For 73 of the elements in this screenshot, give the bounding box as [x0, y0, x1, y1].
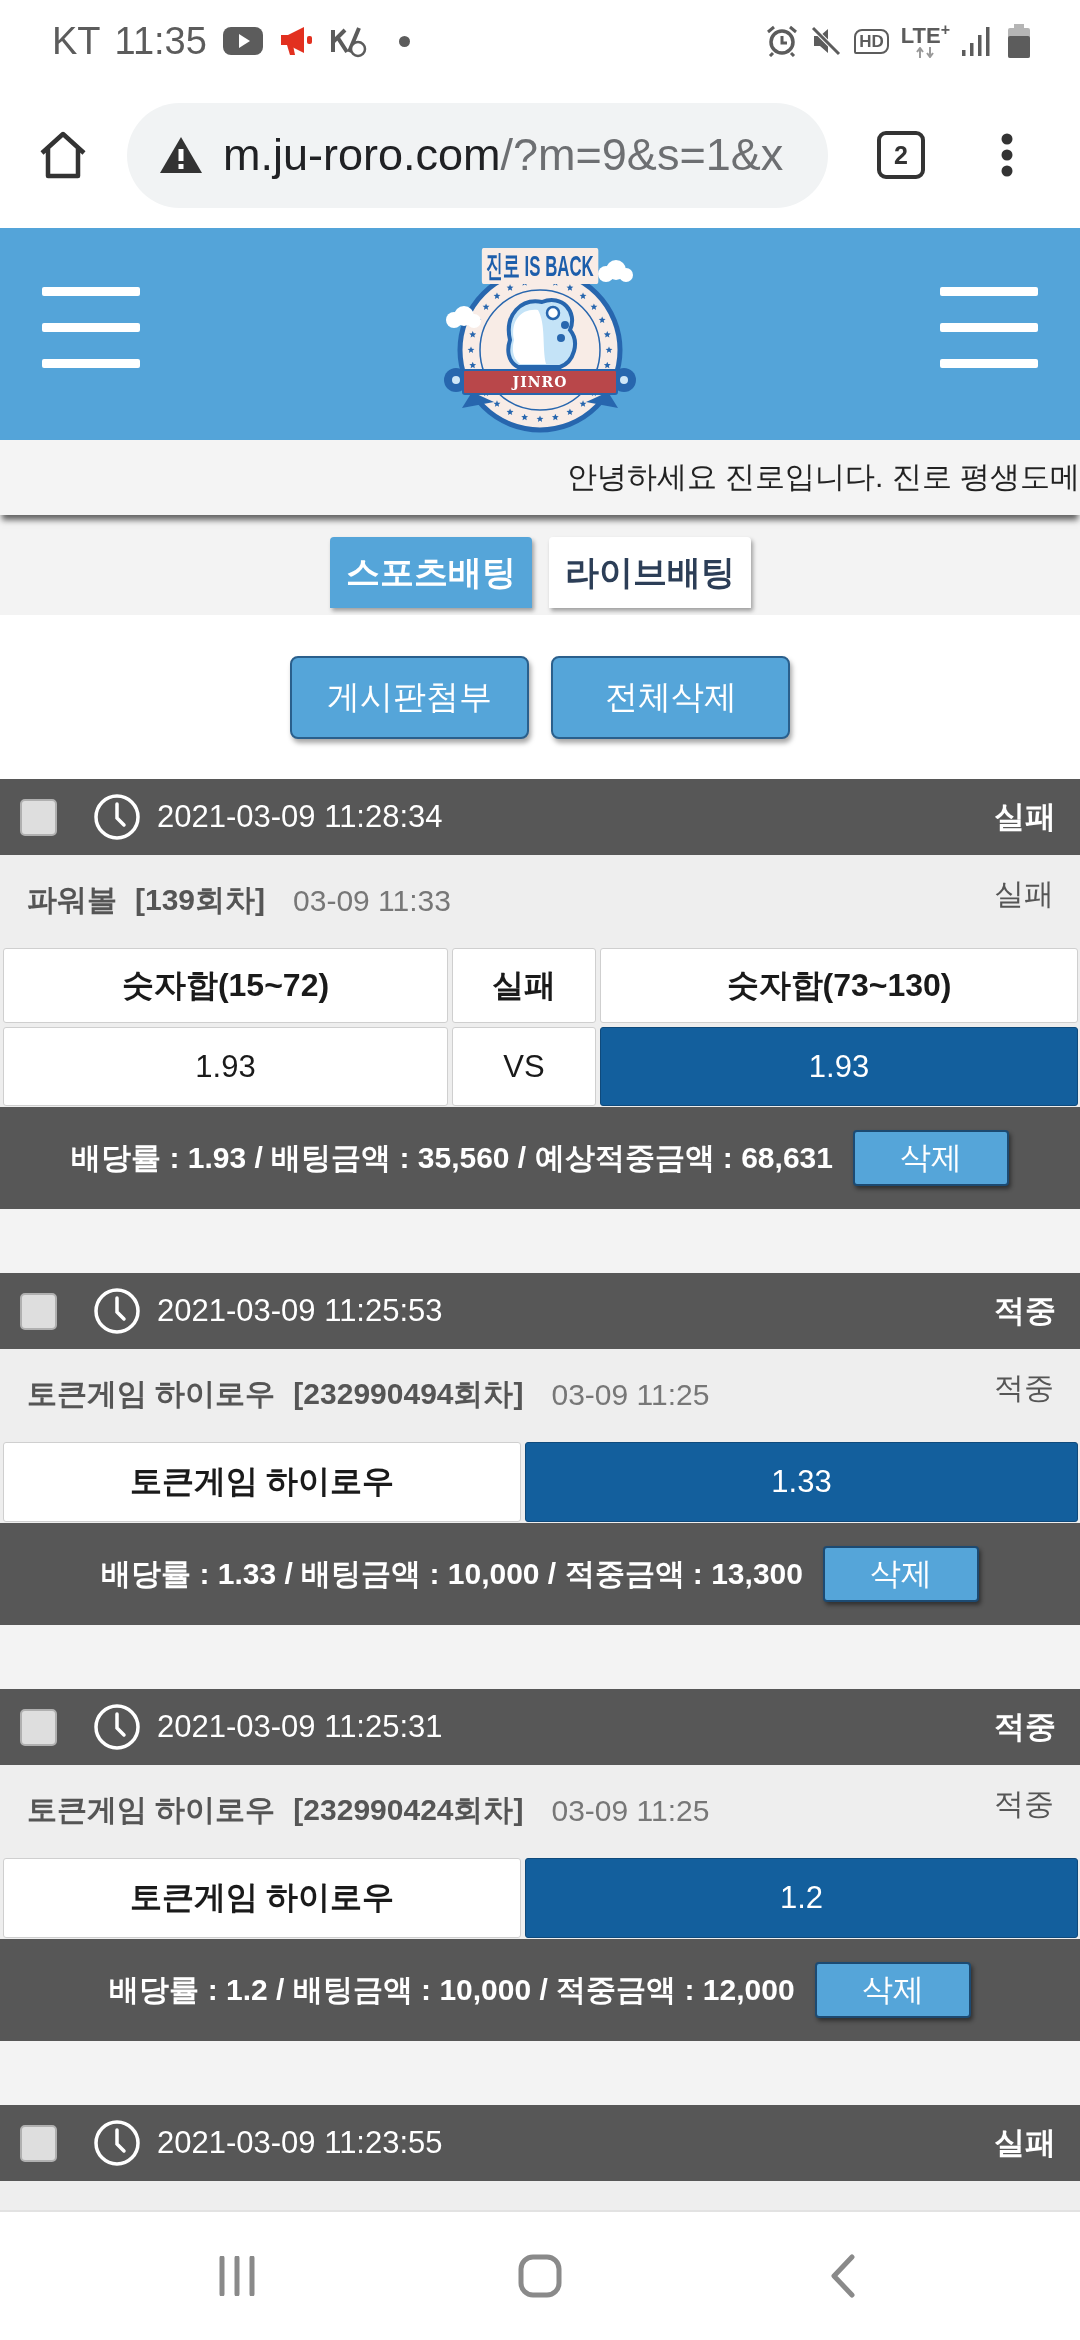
- odds-cell: 1.2: [525, 1858, 1078, 1938]
- game-name: 토큰게임 하이로우: [27, 1376, 276, 1412]
- warning-icon: [159, 136, 203, 174]
- more-options-icon[interactable]: [1001, 133, 1013, 177]
- game-time: 03-09 11:25: [551, 1377, 710, 1412]
- home-icon[interactable]: [38, 131, 88, 179]
- game-name: 토큰게임 하이로우: [27, 1792, 276, 1828]
- dot-icon: [398, 35, 410, 47]
- option-label-cell: 숫자합(73~130): [600, 948, 1078, 1023]
- menu-icon[interactable]: [42, 286, 140, 368]
- signal-icon: [962, 26, 990, 56]
- bet-summary: 배당률 : 1.93 / 배팅금액 : 35,560 / 예상적중금액 : 68,631: [71, 1139, 833, 1176]
- tab[interactable]: 라이브배팅: [548, 537, 751, 608]
- logo-title: 진로 IS BACK: [481, 248, 599, 284]
- odds-cell: 1.93: [3, 1027, 448, 1106]
- round-number: [232990494회차]: [293, 1376, 524, 1412]
- game-result: 적중: [994, 1370, 1054, 1406]
- carrier-name: KT: [52, 22, 101, 60]
- battery-icon: [1008, 24, 1030, 58]
- recent-apps-icon[interactable]: [218, 2256, 256, 2296]
- notice-text: 안녕하세요 진로입니다. 진로 평생도메: [566, 459, 1080, 495]
- game-name: 파워볼: [27, 882, 117, 918]
- bet-status: 실패: [994, 2124, 1056, 2162]
- clock-icon: [93, 1287, 141, 1335]
- odds-cell: VS: [452, 1027, 596, 1106]
- checkbox[interactable]: [20, 1292, 57, 1330]
- mute-icon: [810, 25, 843, 57]
- clock-icon: [93, 1703, 141, 1751]
- game-result: 적중: [994, 1786, 1054, 1822]
- clock-icon: [93, 2119, 141, 2167]
- bet-status: 적중: [994, 1708, 1056, 1746]
- round-number: [139회차]: [135, 882, 266, 918]
- bet-datetime: 2021-03-09 11:23:55: [157, 2125, 443, 2161]
- delete-button[interactable]: 삭제: [822, 1546, 979, 1602]
- back-icon[interactable]: [831, 2254, 855, 2298]
- option-label-cell: 숫자합(15~72): [3, 948, 448, 1023]
- bet-datetime: 2021-03-09 11:28:34: [157, 799, 443, 835]
- option-label-cell: 토큰게임 하이로우: [3, 1442, 521, 1522]
- bet-datetime: 2021-03-09 11:25:31: [157, 1709, 443, 1745]
- round-number: [232990424회차]: [293, 1792, 524, 1828]
- checkbox[interactable]: [20, 1708, 57, 1746]
- network-type: LTE$^{+}$: [900, 24, 950, 47]
- action-button[interactable]: 전체삭제: [551, 656, 790, 739]
- bet-summary: 배당률 : 1.2 / 배팅금액 : 10,000 / 적중금액 : 12,000: [109, 1971, 795, 2008]
- notification-icon: [328, 24, 367, 58]
- clock-icon: [93, 793, 141, 841]
- bet-status: 실패: [994, 798, 1056, 836]
- bet-status: 적중: [994, 1292, 1056, 1330]
- bet-datetime: 2021-03-09 11:25:53: [157, 1293, 443, 1329]
- megaphone-icon: [278, 26, 313, 56]
- odds-cell: 1.93: [600, 1027, 1078, 1106]
- action-button[interactable]: 게시판첨부: [290, 656, 529, 739]
- option-label-cell: 실패: [452, 948, 596, 1023]
- option-label-cell: 토큰게임 하이로우: [3, 1858, 521, 1938]
- checkbox[interactable]: [20, 2124, 57, 2162]
- checkbox[interactable]: [20, 798, 57, 836]
- clock-time: 11:35: [114, 22, 207, 60]
- tab[interactable]: 스포츠배팅: [329, 537, 532, 608]
- video-play-icon: [222, 27, 263, 55]
- bet-summary: 배당률 : 1.33 / 배팅금액 : 10,000 / 적중금액 : 13,300: [101, 1555, 803, 1592]
- game-result: 실패: [994, 876, 1054, 912]
- alarm-icon: [766, 25, 799, 57]
- delete-button[interactable]: 삭제: [814, 1962, 971, 2018]
- tab-switcher-button[interactable]: 2: [877, 131, 925, 179]
- delete-button[interactable]: 삭제: [852, 1130, 1009, 1186]
- logo-banner: JINRO: [462, 369, 618, 395]
- game-time: 03-09 11:33: [293, 883, 451, 918]
- odds-cell: 1.33: [525, 1442, 1078, 1522]
- hd-indicator: HD: [854, 28, 889, 54]
- address-bar[interactable]: m.ju-roro.com/?m=9&s=1&x: [127, 102, 828, 208]
- data-arrows-icon: [915, 46, 936, 58]
- game-time: 03-09 11:25: [551, 1793, 710, 1828]
- menu-icon[interactable]: [940, 286, 1038, 368]
